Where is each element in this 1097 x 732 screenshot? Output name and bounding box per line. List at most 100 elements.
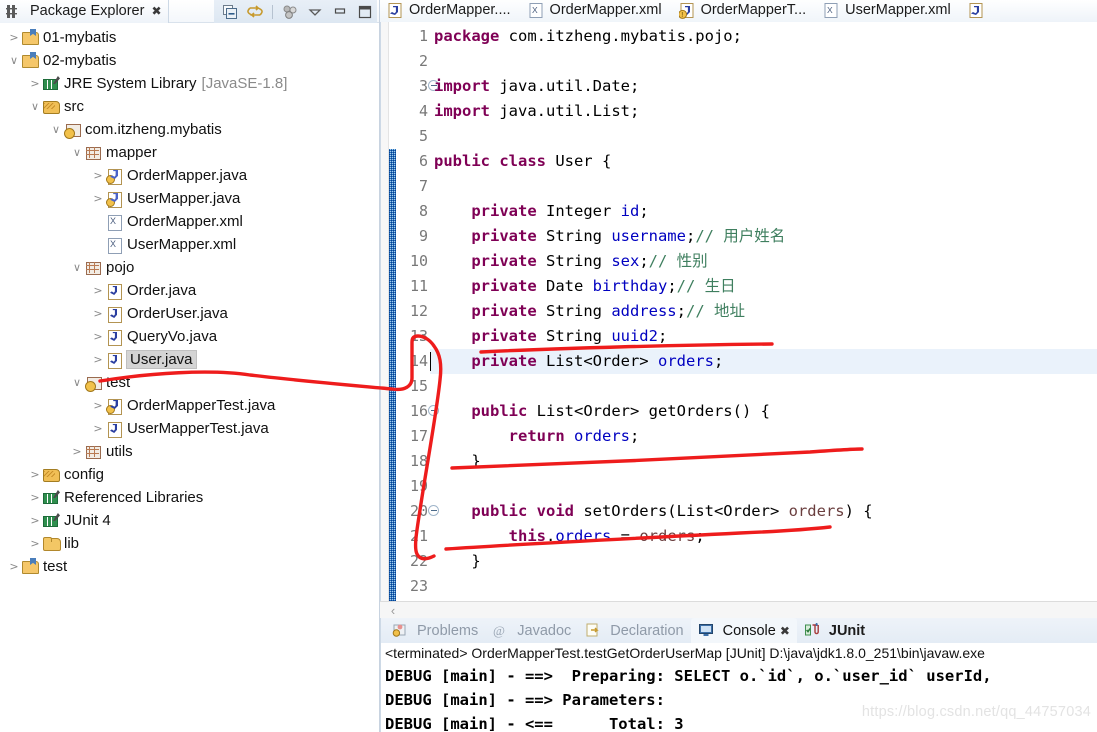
code-line[interactable]: public void setOrders(List<Order> orders… (430, 499, 1097, 524)
tree-item[interactable]: JUnit 4 (0, 509, 379, 532)
tree-item[interactable]: Referenced Libraries (0, 486, 379, 509)
close-icon[interactable]: ✖ (780, 624, 790, 638)
tree-item[interactable]: UserMapper.java (0, 187, 379, 210)
code-line[interactable]: private Date birthday;// 生日 (430, 274, 1097, 299)
console-tab[interactable]: Declaration (578, 618, 690, 643)
code-line[interactable] (430, 474, 1097, 499)
chevron-down-icon[interactable] (69, 146, 85, 159)
editor-tab[interactable]: OrderMapper.... (380, 0, 521, 23)
chevron-right-icon[interactable] (69, 445, 85, 458)
source-code[interactable]: package com.itzheng.mybatis.pojo; import … (430, 22, 1097, 601)
tree-item[interactable]: src (0, 95, 379, 118)
code-line[interactable]: private String uuid2; (430, 324, 1097, 349)
code-line[interactable] (430, 124, 1097, 149)
console-tab[interactable]: @ Javadoc (485, 618, 578, 643)
chevron-right-icon[interactable] (6, 31, 22, 44)
chevron-right-icon[interactable] (90, 284, 106, 297)
line-number-text: 20 (409, 502, 428, 521)
code-line[interactable]: public class User { (430, 149, 1097, 174)
chevron-right-icon[interactable] (90, 169, 106, 182)
chevron-down-icon[interactable] (27, 100, 43, 113)
package-explorer-tab-row: Package Explorer ✖ (0, 0, 379, 23)
editor-tab-bar[interactable]: OrderMapper.... X OrderMapper.xml! OrderMap… (380, 0, 1097, 23)
chevron-right-icon[interactable] (90, 330, 106, 343)
tree-item[interactable]: User.java (0, 348, 379, 371)
tree-item[interactable]: QueryVo.java (0, 325, 379, 348)
focus-on-active-task-icon[interactable] (282, 4, 298, 20)
console-output[interactable]: <terminated> OrderMapperTest.testGetOrde… (381, 643, 1097, 732)
code-line[interactable] (430, 174, 1097, 199)
code-editor[interactable]: 1234567891011121314151617181920212223242… (380, 22, 1097, 602)
project-tree[interactable]: 01-mybatis 02-mybatis JRE System Library[J… (0, 23, 379, 578)
chevron-right-icon[interactable] (90, 399, 106, 412)
chevron-right-icon[interactable] (27, 468, 43, 481)
tree-item[interactable]: test (0, 555, 379, 578)
code-line[interactable] (430, 49, 1097, 74)
chevron-right-icon[interactable] (90, 192, 106, 205)
view-menu-icon[interactable] (307, 4, 323, 20)
chevron-right-icon[interactable] (27, 491, 43, 504)
close-icon[interactable]: ✖ (151, 4, 161, 18)
editor-tab[interactable]: X UserMapper.xml (816, 0, 961, 23)
tree-item[interactable]: test (0, 371, 379, 394)
tree-item[interactable]: utils (0, 440, 379, 463)
code-line[interactable]: import java.util.List; (430, 99, 1097, 124)
chevron-right-icon[interactable] (27, 77, 43, 90)
tree-item[interactable]: config (0, 463, 379, 486)
tree-item[interactable]: JRE System Library[JavaSE-1.8] (0, 72, 379, 95)
code-line[interactable]: } (430, 449, 1097, 474)
code-line[interactable]: this.orders = orders; (430, 524, 1097, 549)
scroll-left-icon[interactable]: ‹ (380, 603, 406, 618)
code-line[interactable] (430, 574, 1097, 599)
code-line[interactable]: package com.itzheng.mybatis.pojo; (430, 24, 1097, 49)
tree-item[interactable]: OrderMapper.xml (0, 210, 379, 233)
code-line[interactable]: private String address;// 地址 (430, 299, 1097, 324)
maximize-icon[interactable] (357, 4, 373, 20)
editor-tab[interactable] (960, 0, 1000, 23)
console-tab[interactable]: Console ✖ (690, 618, 797, 643)
code-line[interactable]: public List<Order> getOrders() { (430, 399, 1097, 424)
chevron-right-icon[interactable] (6, 560, 22, 573)
code-line[interactable]: } (430, 549, 1097, 574)
code-line[interactable]: private String sex;// 性别 (430, 249, 1097, 274)
tree-item[interactable]: com.itzheng.mybatis (0, 118, 379, 141)
chevron-down-icon[interactable] (48, 123, 64, 136)
link-with-editor-icon[interactable] (247, 4, 263, 20)
code-line[interactable]: private String username;// 用户姓名 (430, 224, 1097, 249)
chevron-right-icon[interactable] (90, 353, 106, 366)
java-file-warning-icon: ! (677, 2, 696, 19)
tree-item[interactable]: lib (0, 532, 379, 555)
tree-item[interactable]: mapper (0, 141, 379, 164)
tree-item[interactable]: pojo (0, 256, 379, 279)
tree-item[interactable]: 01-mybatis (0, 26, 379, 49)
console-tab[interactable]: Problems (385, 618, 485, 643)
console-tab-bar[interactable]: Problems @ Javadoc Declaration Console ✖ JUnit (381, 618, 1097, 643)
chevron-down-icon[interactable] (69, 376, 85, 389)
minimize-icon[interactable] (332, 4, 348, 20)
chevron-down-icon[interactable] (69, 261, 85, 274)
code-line[interactable]: public String getUuid2() { (430, 599, 1097, 601)
tree-item[interactable]: OrderUser.java (0, 302, 379, 325)
chevron-right-icon[interactable] (27, 514, 43, 527)
tree-item[interactable]: 02-mybatis (0, 49, 379, 72)
tree-item[interactable]: OrderMapperTest.java (0, 394, 379, 417)
code-line[interactable]: return orders; (430, 424, 1097, 449)
chevron-down-icon[interactable] (6, 54, 22, 67)
code-line[interactable]: import java.util.Date; (430, 74, 1097, 99)
chevron-right-icon[interactable] (90, 307, 106, 320)
code-line[interactable]: private List<Order> orders; (430, 349, 1097, 375)
collapse-all-icon[interactable] (222, 4, 238, 20)
chevron-right-icon[interactable] (27, 537, 43, 550)
editor-tab[interactable]: X OrderMapper.xml (520, 0, 672, 23)
tab-package-explorer[interactable]: Package Explorer ✖ (0, 0, 169, 23)
console-tab[interactable]: JUnit (797, 618, 872, 643)
editor-horizontal-scrollbar[interactable]: ‹ (380, 601, 1097, 618)
tree-item[interactable]: Order.java (0, 279, 379, 302)
tree-item[interactable]: UserMapperTest.java (0, 417, 379, 440)
tree-item[interactable]: UserMapper.xml (0, 233, 379, 256)
chevron-right-icon[interactable] (90, 422, 106, 435)
editor-tab[interactable]: ! OrderMapperT... (671, 0, 817, 23)
code-line[interactable] (430, 374, 1097, 399)
tree-item[interactable]: OrderMapper.java (0, 164, 379, 187)
code-line[interactable]: private Integer id; (430, 199, 1097, 224)
